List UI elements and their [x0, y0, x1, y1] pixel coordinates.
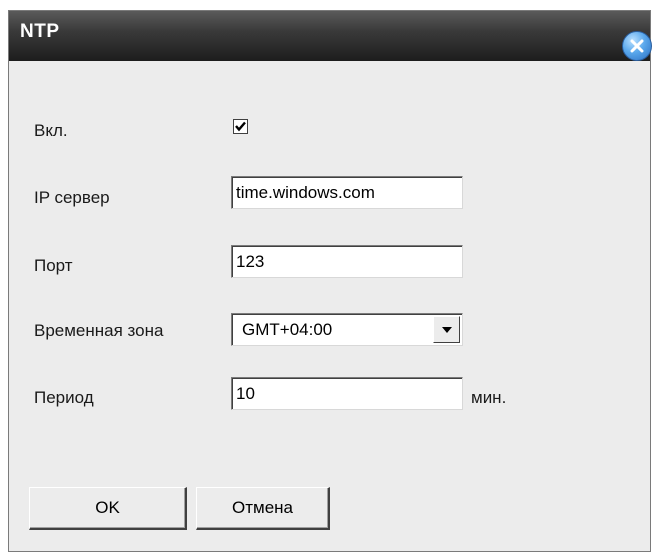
close-button[interactable] — [622, 31, 652, 61]
enable-checkbox[interactable] — [233, 119, 248, 134]
enable-label: Вкл. — [34, 121, 68, 140]
period-unit: мин. — [471, 388, 507, 407]
period-label: Период — [34, 388, 94, 407]
port-label: Порт — [34, 256, 73, 275]
title-bar[interactable]: NTP — [9, 11, 650, 61]
server-input[interactable] — [231, 176, 463, 209]
timezone-label: Временная зона — [34, 321, 164, 340]
close-icon — [630, 39, 644, 53]
dropdown-arrow-button[interactable] — [433, 316, 460, 343]
ntp-dialog: NTP Вкл. IP сервер Порт Временная зона G… — [8, 10, 652, 552]
cancel-button[interactable]: Отмена — [196, 487, 330, 530]
period-input[interactable] — [231, 377, 463, 410]
ok-button[interactable]: OK — [29, 487, 187, 530]
chevron-down-icon — [441, 326, 452, 333]
dialog-title: NTP — [20, 21, 60, 42]
timezone-value: GMT+04:00 — [242, 320, 333, 339]
checkmark-icon — [235, 121, 246, 132]
server-label: IP сервер — [34, 188, 110, 207]
port-input[interactable] — [231, 245, 463, 278]
timezone-select[interactable]: GMT+04:00 — [231, 313, 463, 346]
